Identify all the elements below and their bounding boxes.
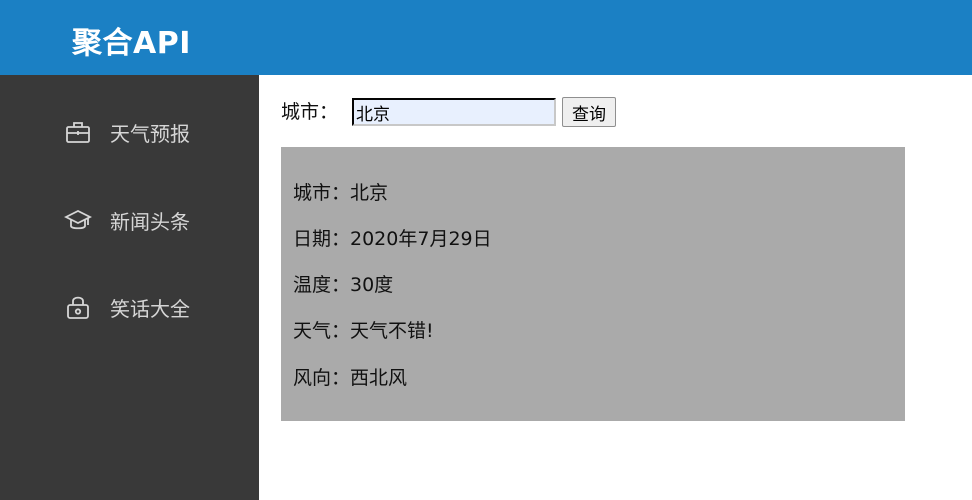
result-temperature: 温度：30度 <box>293 274 394 296</box>
sidebar-item-jokes[interactable]: 笑话大全 <box>64 292 190 322</box>
result-weather: 天气：天气不错! <box>293 320 434 342</box>
sidebar-item-label: 笑话大全 <box>110 296 190 321</box>
city-input[interactable] <box>352 98 557 126</box>
graduation-cap-icon <box>64 206 92 234</box>
weather-result-panel: 城市：北京 日期：2020年7月29日 温度：30度 天气：天气不错! 风向：西… <box>281 147 905 421</box>
sidebar-item-weather[interactable]: 天气预报 <box>64 117 190 147</box>
search-row: 城市： 查询 <box>281 97 617 127</box>
result-wind: 风向：西北风 <box>293 367 408 389</box>
top-header: 聚合API <box>0 0 972 75</box>
briefcase-icon <box>64 118 92 146</box>
lock-icon <box>64 293 92 321</box>
result-date: 日期：2020年7月29日 <box>293 228 492 250</box>
sidebar: 天气预报 新闻头条 笑话大全 <box>0 75 259 500</box>
sidebar-item-news[interactable]: 新闻头条 <box>64 205 190 235</box>
result-city: 城市：北京 <box>293 182 389 204</box>
main-content: 城市： 查询 城市：北京 日期：2020年7月29日 温度：30度 天气：天气不… <box>259 75 972 500</box>
sidebar-item-label: 新闻头条 <box>110 209 190 234</box>
city-label: 城市： <box>281 101 339 123</box>
sidebar-item-label: 天气预报 <box>110 121 190 146</box>
brand-logo-text[interactable]: 聚合API <box>72 24 191 64</box>
query-button[interactable]: 查询 <box>562 97 617 127</box>
